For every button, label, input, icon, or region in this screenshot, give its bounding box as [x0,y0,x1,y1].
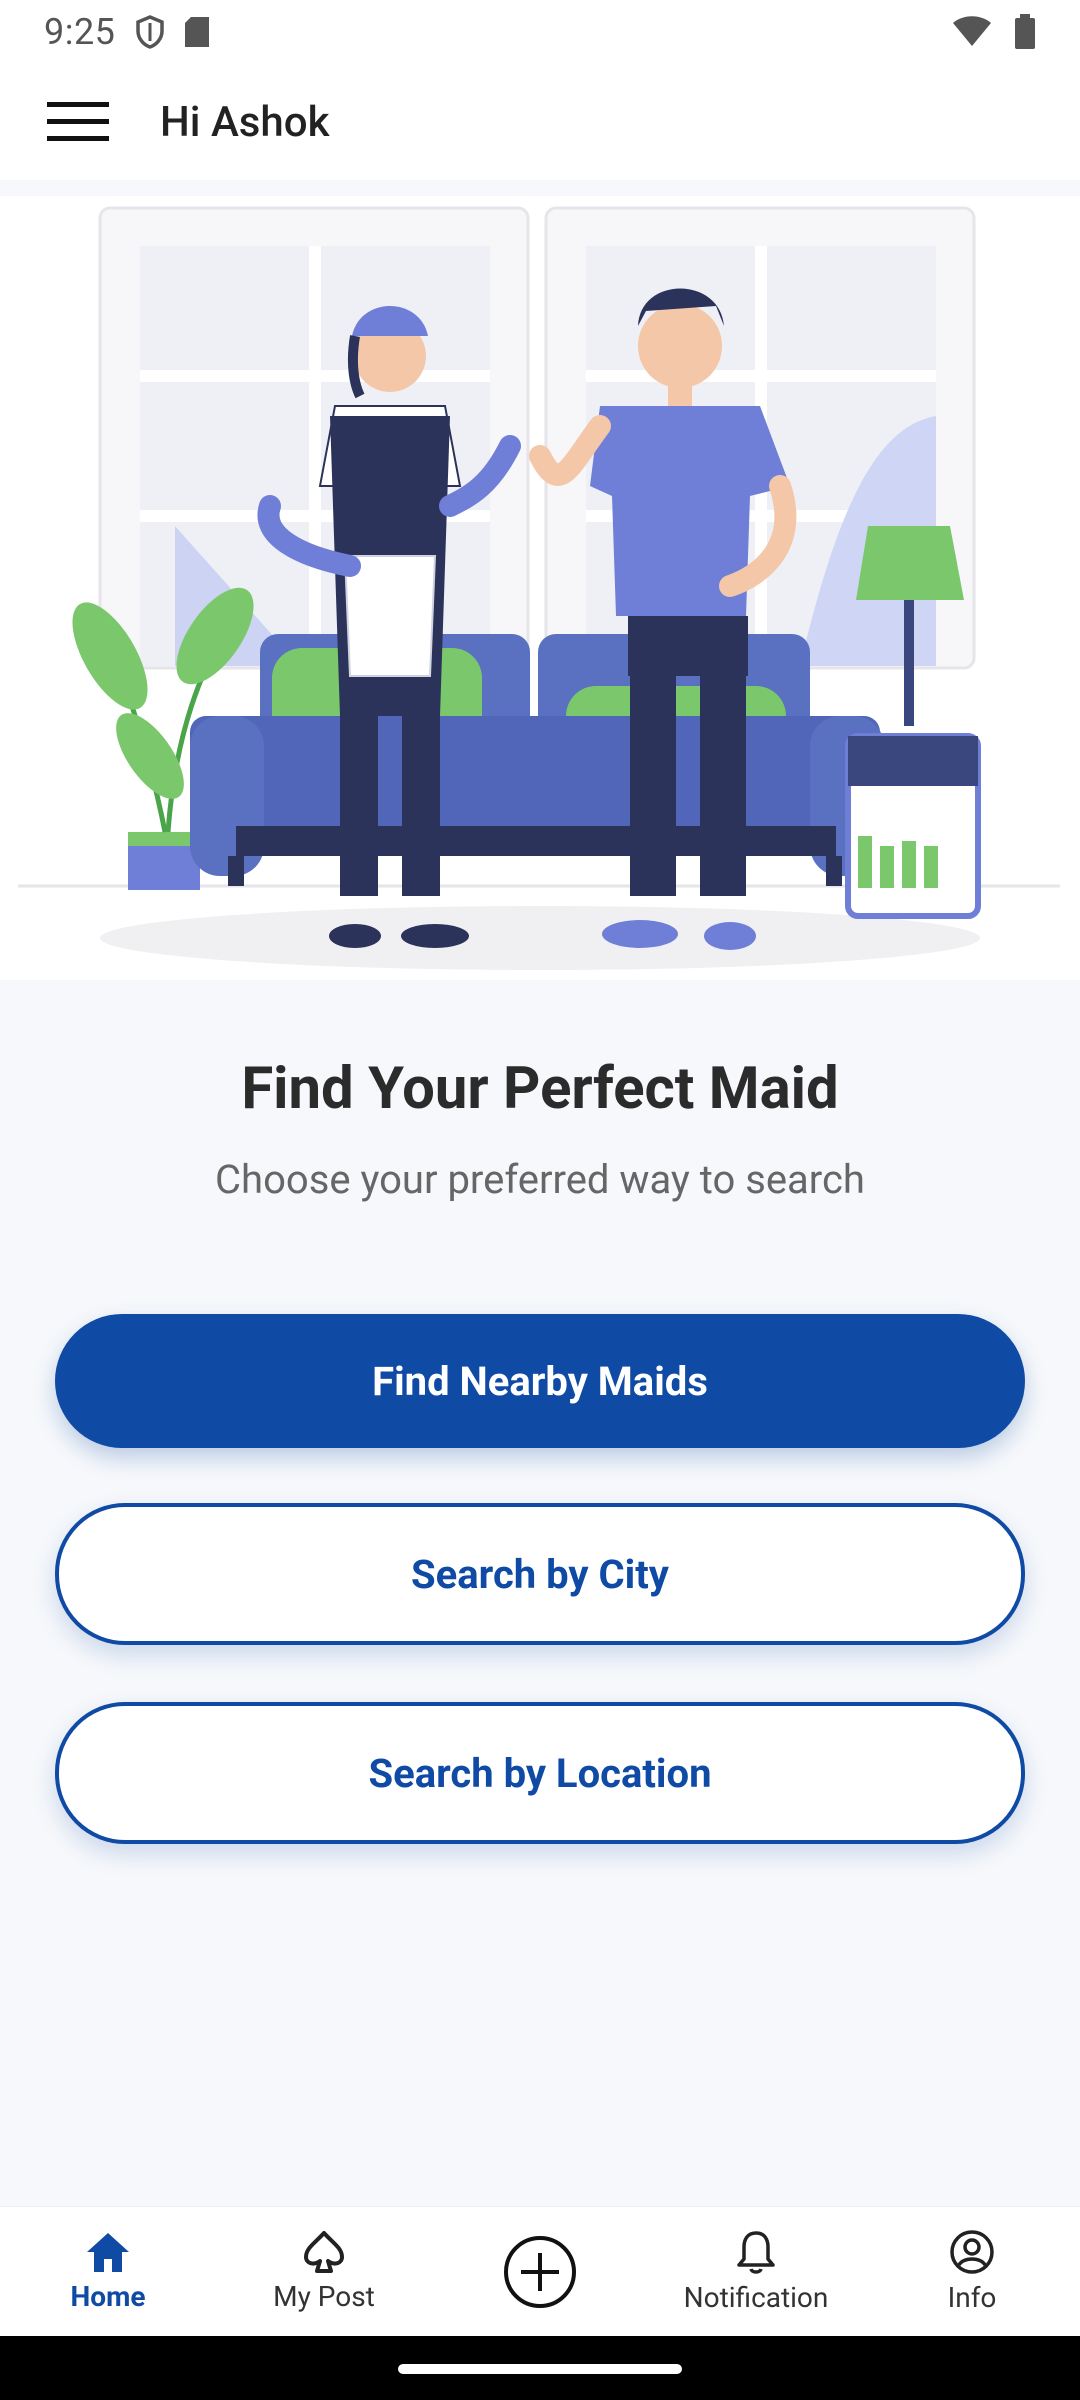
page-subtitle: Choose your preferred way to search [215,1156,865,1203]
sd-card-icon [185,17,210,47]
nav-label-info: Info [947,2281,997,2314]
hamburger-menu-icon [47,102,109,141]
wifi-icon [953,16,991,46]
status-time: 9:25 [44,11,116,53]
nav-item-add[interactable] [432,2207,648,2336]
app-bar: Hi Ashok [0,64,1080,180]
search-by-city-button[interactable]: Search by City [55,1503,1025,1645]
hero-illustration [0,196,1080,980]
page-title: Find Your Perfect Maid [241,1055,839,1123]
bell-icon [737,2231,775,2274]
search-by-location-button[interactable]: Search by Location [55,1702,1025,1844]
nav-item-home[interactable]: Home [0,2207,216,2336]
home-icon [87,2233,129,2272]
add-circle-icon [504,2235,576,2308]
home-gesture-handle[interactable] [398,2364,682,2374]
shield-icon [136,15,165,49]
nav-item-notification[interactable]: Notification [648,2207,864,2336]
nav-item-info[interactable]: Info [864,2207,1080,2336]
nav-label-home: Home [70,2280,146,2313]
greeting-text: Hi Ashok [160,97,330,147]
battery-icon [1015,14,1035,49]
spade-icon [304,2231,344,2273]
account-circle-icon [950,2230,994,2274]
nav-label-notification: Notification [683,2281,829,2314]
nav-label-my-post: My Post [273,2280,375,2313]
system-gesture-bar [0,2336,1080,2400]
status-bar: 9:25 [0,0,1080,64]
bottom-navigation: Home My Post Notification Info [0,2206,1080,2336]
nav-item-my-post[interactable]: My Post [216,2207,432,2336]
menu-button[interactable] [30,74,126,170]
find-nearby-maids-button[interactable]: Find Nearby Maids [55,1314,1025,1448]
